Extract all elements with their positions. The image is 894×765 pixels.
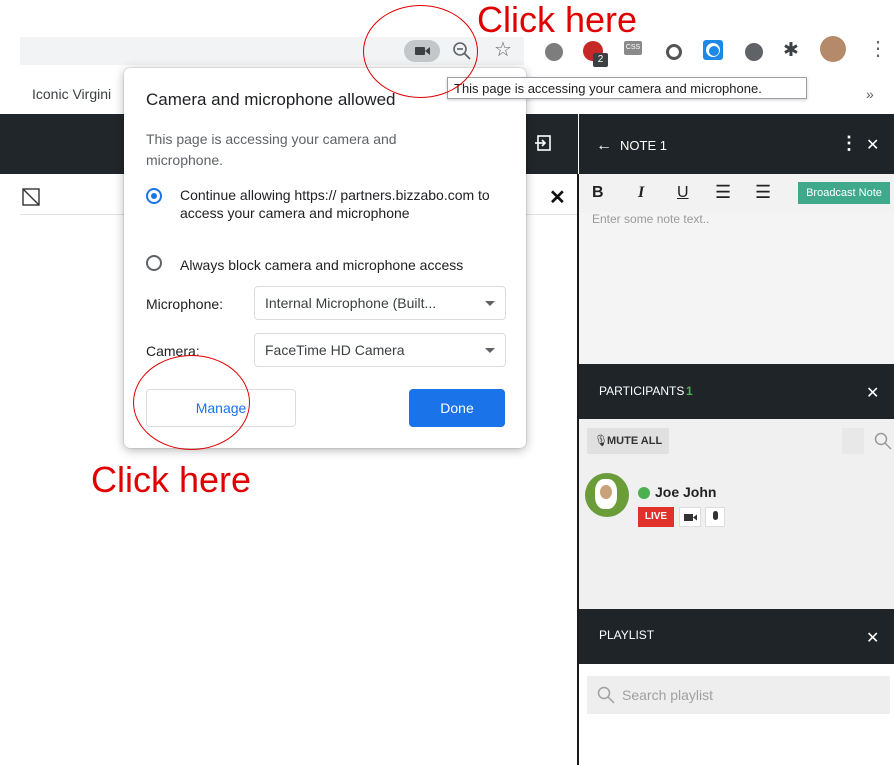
circle-extension-icon[interactable] (666, 44, 682, 60)
block-radio[interactable] (146, 255, 162, 271)
annotation-click-here-bottom: Click here (91, 459, 252, 500)
camera-tooltip: This page is accessing your camera and m… (447, 77, 807, 99)
download-extension-icon[interactable] (745, 43, 763, 61)
close-note-icon[interactable]: ✕ (866, 135, 879, 155)
mute-all-label: MUTE ALL (607, 435, 663, 447)
numbered-list-icon[interactable]: ☰ (755, 182, 771, 203)
popup-description: This page is accessing your camera and m… (146, 131, 397, 168)
microphone-icon: 🎙 (594, 435, 608, 447)
microphone-value: Internal Microphone (Built... (265, 295, 437, 311)
participant-name: Joe John (655, 484, 717, 500)
exit-icon[interactable] (535, 135, 551, 151)
annotation-circle-top (363, 5, 478, 98)
camera-select[interactable]: FaceTime HD Camera (254, 333, 506, 367)
allow-option-label[interactable]: Continue allowing https:// partners.bizz… (180, 186, 515, 222)
note-title: NOTE 1 (620, 138, 667, 153)
chat-extension-icon[interactable] (545, 43, 563, 61)
participant-camera-button[interactable] (679, 507, 701, 527)
participants-count: 1 (686, 384, 693, 398)
note-placeholder: Enter some note text.. (592, 212, 710, 226)
done-button[interactable]: Done (409, 389, 505, 427)
broadcast-note-button[interactable]: Broadcast Note (798, 182, 890, 204)
bookmark-item[interactable]: Iconic Virgini (32, 86, 111, 102)
online-status-icon (638, 487, 650, 499)
participants-filter[interactable] (842, 428, 864, 454)
chevron-down-icon (485, 301, 495, 306)
close-stage-icon[interactable]: ✕ (549, 185, 566, 210)
bookmark-star-icon[interactable]: ☆ (494, 40, 512, 60)
underline-button[interactable]: U (677, 184, 689, 202)
bookmarks-overflow-button[interactable]: » (866, 86, 874, 102)
microphone-select[interactable]: Internal Microphone (Built... (254, 286, 506, 320)
camera-icon (684, 514, 697, 521)
playlist-search-input[interactable]: Search playlist (587, 676, 890, 714)
close-playlist-icon[interactable]: ✕ (866, 628, 879, 648)
back-arrow-icon[interactable]: ← (596, 137, 612, 155)
bullet-list-icon[interactable]: ☰ (715, 182, 731, 203)
block-option-label[interactable]: Always block camera and microphone acces… (180, 256, 520, 274)
css-extension-icon[interactable]: CSS (624, 41, 642, 55)
participant-avatar (585, 473, 629, 517)
microphone-icon (713, 511, 718, 520)
participant-mic-button[interactable] (705, 507, 725, 527)
microphone-label: Microphone: (146, 296, 224, 312)
fullscreen-icon[interactable] (22, 188, 40, 206)
camera-value: FaceTime HD Camera (265, 342, 405, 358)
note-menu-icon[interactable]: ⋮ (840, 133, 858, 154)
profile-avatar[interactable] (820, 36, 846, 62)
italic-button[interactable]: I (638, 184, 644, 202)
close-participants-icon[interactable]: ✕ (866, 383, 879, 403)
allow-radio[interactable] (146, 188, 162, 204)
annotation-click-here-top: Click here (477, 0, 638, 40)
extension-badge: 2 (593, 53, 608, 67)
playlist-search-placeholder: Search playlist (622, 687, 714, 703)
bold-button[interactable]: B (592, 184, 604, 202)
live-badge: LIVE (638, 507, 674, 527)
search-icon[interactable] (874, 432, 892, 450)
search-icon (597, 686, 615, 704)
puzzle-icon[interactable]: ✱ (783, 41, 799, 60)
participants-title: PARTICIPANTS (599, 384, 685, 398)
note-editor[interactable] (579, 212, 894, 364)
blue-extension-icon[interactable] (703, 40, 723, 60)
mute-all-button[interactable]: 🎙 MUTE ALL (587, 428, 669, 454)
annotation-circle-bottom (133, 355, 250, 450)
playlist-title: PLAYLIST (599, 628, 655, 642)
popup-title: Camera and microphone allowed (146, 90, 396, 109)
chevron-down-icon (485, 348, 495, 353)
kebab-menu-icon[interactable]: ⋮ (868, 39, 888, 59)
